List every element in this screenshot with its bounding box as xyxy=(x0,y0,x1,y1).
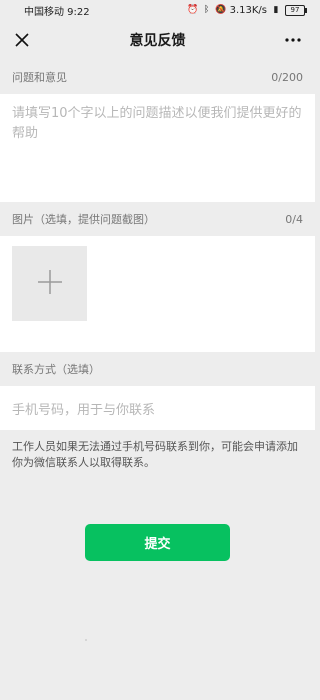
images-panel xyxy=(0,236,315,352)
battery-icon: 97 xyxy=(285,4,307,16)
images-label: 图片（选填，提供问题截图） xyxy=(12,213,155,226)
feedback-header: 问题和意见 0/200 xyxy=(0,60,315,94)
feedback-textarea[interactable]: 请填写10个字以上的问题描述以便我们提供更好的帮助 xyxy=(0,94,315,202)
phone-input[interactable]: 手机号码，用于与你联系 xyxy=(0,386,315,430)
more-icon[interactable] xyxy=(281,28,305,52)
mute-icon: 🔕 xyxy=(214,5,227,15)
feedback-placeholder: 请填写10个字以上的问题描述以便我们提供更好的帮助 xyxy=(12,106,302,141)
carrier-time: 中国移动 9:22 xyxy=(24,6,90,18)
close-icon[interactable] xyxy=(10,28,34,52)
decorative-dot xyxy=(85,639,87,641)
contact-header: 联系方式（选填） xyxy=(0,352,315,386)
feedback-counter: 0/200 xyxy=(271,70,303,84)
alarm-icon: ⏰ xyxy=(186,5,199,15)
signal-icon: ▮ xyxy=(273,5,279,15)
submit-button[interactable]: 提交 xyxy=(85,524,230,561)
images-counter: 0/4 xyxy=(285,212,303,226)
feedback-panel: 请填写10个字以上的问题描述以便我们提供更好的帮助 xyxy=(0,94,315,202)
status-icons: ⏰ ᛒ 🔕 3.13K/s ▮ 97 xyxy=(186,4,307,16)
bluetooth-icon: ᛒ xyxy=(203,5,210,15)
images-header: 图片（选填，提供问题截图） 0/4 xyxy=(0,202,315,236)
phone-placeholder: 手机号码，用于与你联系 xyxy=(12,402,156,418)
status-bar: 中国移动 9:22 ⏰ ᛒ 🔕 3.13K/s ▮ 97 xyxy=(0,0,315,20)
network-speed: 3.13K/s xyxy=(229,4,267,16)
feedback-label: 问题和意见 xyxy=(12,71,67,84)
page-title: 意见反馈 xyxy=(129,33,186,49)
submit-wrap: 提交 xyxy=(0,524,315,561)
add-image-button[interactable] xyxy=(12,246,87,321)
contact-label: 联系方式（选填） xyxy=(12,363,100,376)
plus-icon xyxy=(37,269,63,299)
contact-note: 工作人员如果无法通过手机号码联系到你，可能会申请添加你为微信联系人以取得联系。 xyxy=(12,440,298,469)
nav-bar: 意见反馈 xyxy=(0,20,315,60)
